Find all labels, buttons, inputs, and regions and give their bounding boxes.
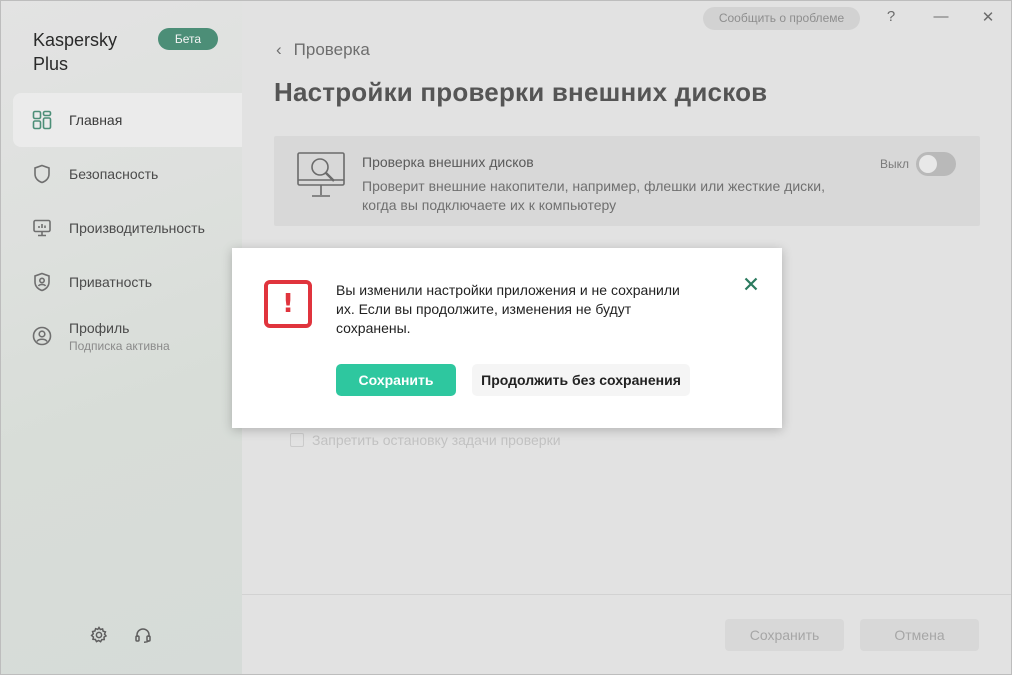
breadcrumb-label: Проверка <box>293 40 370 59</box>
gear-icon[interactable] <box>89 625 109 645</box>
forbid-stop-option[interactable]: Запретить остановку задачи проверки <box>290 432 561 448</box>
footer-divider <box>242 594 1011 595</box>
breadcrumb[interactable]: ‹ Проверка <box>276 40 370 60</box>
sidebar-item-home[interactable]: Главная <box>13 93 242 147</box>
sidebar-item-label: Профиль <box>69 319 130 336</box>
sidebar-item-privacy[interactable]: Приватность <box>13 255 242 309</box>
page-title: Настройки проверки внешних дисков <box>274 77 768 107</box>
monitor-search-icon <box>296 150 348 202</box>
continue-without-saving-button[interactable]: Продолжить без сохранения <box>472 364 690 396</box>
sidebar-item-label: Приватность <box>69 274 153 290</box>
app-window: Kaspersky Plus Бета Главная Безопасность… <box>0 0 1012 675</box>
toggle-knob <box>919 155 937 173</box>
app-brand: Kaspersky Plus <box>33 30 118 74</box>
cancel-button[interactable]: Отмена <box>860 619 979 651</box>
toggle-state-label: Выкл <box>880 157 910 171</box>
minimize-button[interactable]: — <box>931 8 951 25</box>
sidebar: Kaspersky Plus Бета Главная Безопасность… <box>1 1 242 674</box>
dialog-message: Вы изменили настройки приложения и не со… <box>336 282 680 336</box>
sidebar-item-security[interactable]: Безопасность <box>13 147 242 201</box>
shield-icon <box>31 163 53 185</box>
close-icon[interactable] <box>741 274 761 294</box>
option-label: Запретить остановку задачи проверки <box>312 432 561 448</box>
external-drive-scan-card: Проверка внешних дисков Проверит внешние… <box>274 136 980 226</box>
unsaved-changes-dialog: ! Вы изменили настройки приложения и не … <box>232 248 782 428</box>
subscription-status: Подписка активна <box>69 338 170 353</box>
sidebar-item-label: Безопасность <box>69 166 159 182</box>
card-description: Проверит внешние накопители, например, ф… <box>362 178 825 213</box>
help-button[interactable]: ? <box>881 8 901 25</box>
sidebar-item-label: Главная <box>69 112 123 128</box>
sidebar-item-label: Производительность <box>69 220 205 236</box>
sidebar-item-profile[interactable]: Профиль Подписка активна <box>13 309 242 363</box>
external-drive-scan-toggle[interactable] <box>916 152 956 176</box>
user-icon <box>31 325 53 347</box>
privacy-shield-icon <box>31 271 53 293</box>
sidebar-bottom-icons <box>89 625 153 645</box>
warning-icon: ! <box>264 280 312 328</box>
dashboard-icon <box>31 109 53 131</box>
close-window-button[interactable]: ✕ <box>978 8 998 26</box>
beta-badge: Бета <box>158 28 218 50</box>
headset-icon[interactable] <box>133 625 153 645</box>
profile-text: Профиль Подписка активна <box>69 320 170 353</box>
checkbox[interactable] <box>290 433 304 447</box>
report-problem-button[interactable]: Сообщить о проблеме <box>703 7 860 30</box>
chevron-left-icon: ‹ <box>276 40 282 59</box>
monitor-speed-icon <box>31 217 53 239</box>
sidebar-nav: Главная Безопасность Производительность … <box>1 93 242 363</box>
dialog-save-button[interactable]: Сохранить <box>336 364 456 396</box>
sidebar-item-performance[interactable]: Производительность <box>13 201 242 255</box>
card-title: Проверка внешних дисков <box>362 154 534 170</box>
save-button[interactable]: Сохранить <box>725 619 844 651</box>
